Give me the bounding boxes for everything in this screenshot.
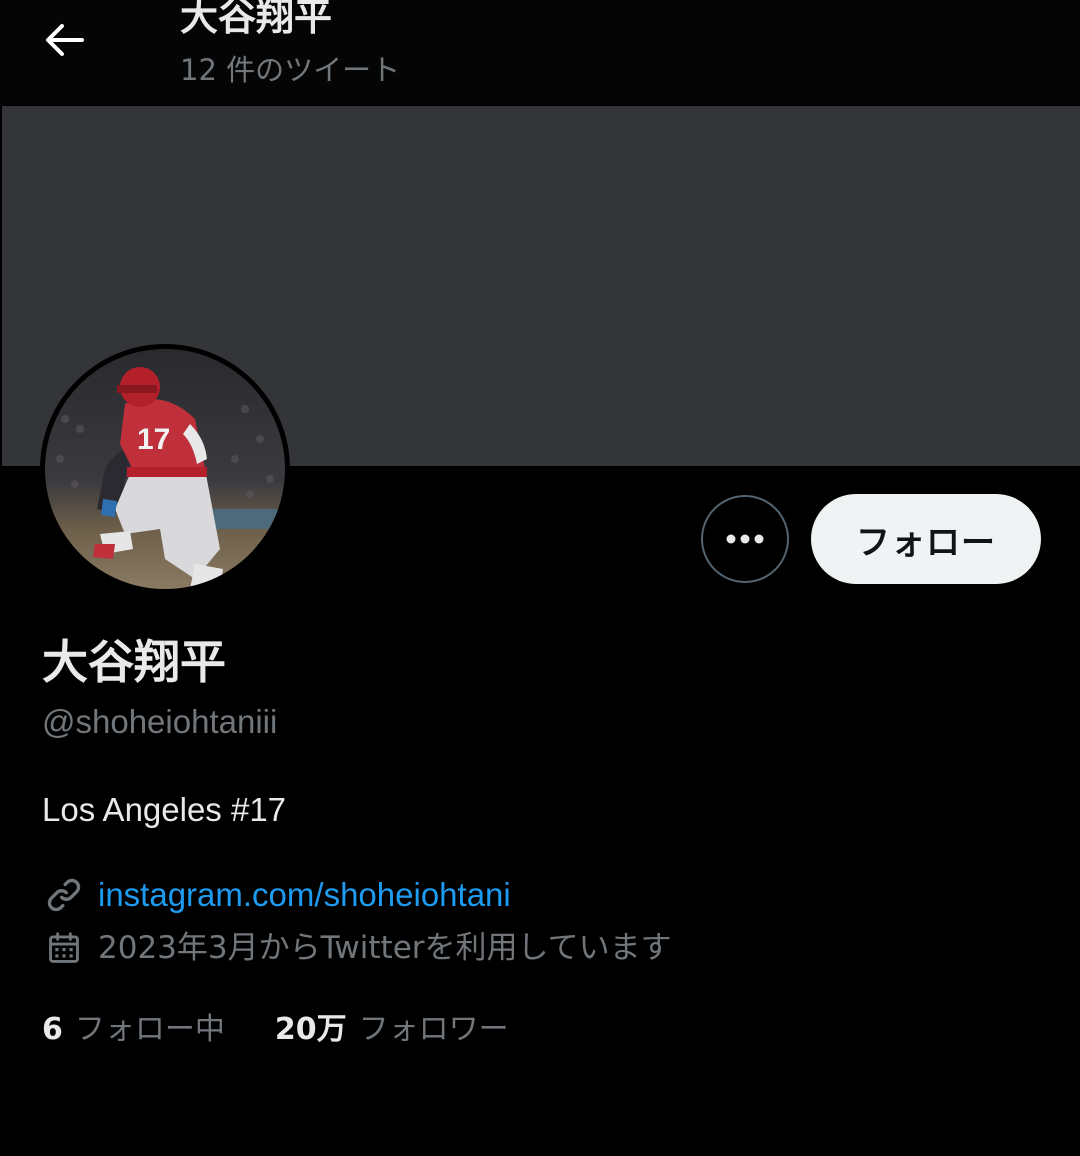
followers-count: 20万 — [274, 1012, 347, 1047]
profile-bio: Los Angeles #17 — [42, 791, 287, 828]
following-label: フォロー中 — [74, 1012, 225, 1047]
back-button[interactable] — [36, 14, 92, 66]
more-options-button[interactable] — [701, 495, 789, 583]
tweet-count: 12 件のツイート — [180, 53, 401, 87]
header-title: 大谷翔平 — [180, 0, 333, 39]
profile-name: 大谷翔平 — [42, 635, 226, 689]
joined-date: 2023年3月からTwitterを利用しています — [98, 930, 672, 966]
following-stat[interactable]: 6 フォロー中 — [42, 1004, 225, 1048]
profile-photo: 17 — [45, 349, 285, 589]
profile-link-row: instagram.com/shoheiohtani — [42, 873, 511, 917]
followers-stat[interactable]: 20万 フォロワー — [275, 1004, 509, 1048]
link-icon — [42, 873, 86, 917]
profile-website-link[interactable]: instagram.com/shoheiohtani — [98, 873, 511, 917]
follow-stats: 6 フォロー中 20万 フォロワー — [42, 1004, 509, 1048]
svg-text:17: 17 — [137, 423, 170, 456]
profile-handle: @shoheiohtaniii — [42, 703, 278, 740]
avatar[interactable]: 17 — [40, 344, 290, 594]
followers-label: フォロワー — [358, 1012, 509, 1047]
top-bar: 大谷翔平 12 件のツイート — [0, 0, 1080, 105]
joined-row: 2023年3月からTwitterを利用しています — [42, 926, 672, 970]
back-arrow-icon — [46, 24, 84, 56]
calendar-icon — [42, 926, 86, 970]
following-count: 6 — [42, 1012, 63, 1047]
more-options-icon — [726, 534, 764, 544]
follow-button[interactable]: フォロー — [811, 494, 1041, 584]
